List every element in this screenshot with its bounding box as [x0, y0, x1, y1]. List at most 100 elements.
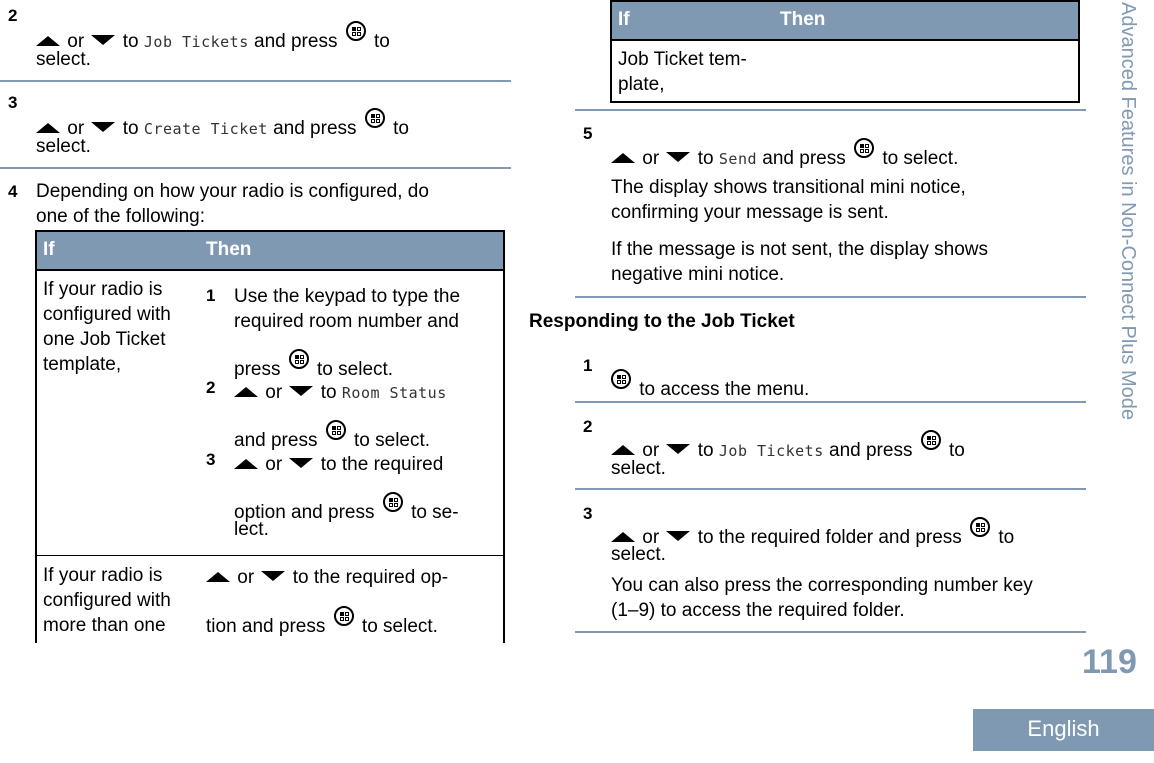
text: If your radio is [43, 279, 163, 300]
if-then-table-continued: If Then Job Ticket tem- plate, [610, 0, 1080, 103]
table-header: If Then [612, 2, 1078, 41]
if-cell: If your radio is configured with more th… [43, 563, 171, 638]
chapter-title: Advanced Features in Non-Connect Plus Mo… [1117, 2, 1139, 421]
page-number: 119 [1082, 643, 1137, 681]
text: to [320, 382, 337, 403]
text: one of the following: [36, 206, 206, 227]
text: to the required op- [292, 567, 449, 588]
down-arrow-icon [91, 122, 116, 132]
text: configured with [43, 304, 171, 325]
header-if: If [43, 239, 55, 260]
table-header: If Then [37, 232, 503, 271]
text: or [265, 454, 283, 475]
up-arrow-icon [36, 36, 60, 46]
menu-button-icon [382, 492, 403, 512]
down-arrow-icon [666, 444, 691, 454]
step-number: 3 [8, 93, 18, 112]
text: to [697, 440, 714, 461]
text: The display shows transitional mini noti… [611, 177, 966, 198]
menu-button-icon [345, 21, 366, 41]
text: confirming your message is sent. [611, 202, 889, 223]
text: select. [611, 544, 666, 565]
substep-number: 3 [206, 450, 216, 469]
divider [575, 488, 1086, 490]
text: or [237, 567, 255, 588]
menu-item-name: Job Tickets [143, 33, 249, 51]
substep-number: 1 [206, 286, 216, 305]
text: or [642, 148, 660, 169]
menu-button-icon [364, 108, 385, 128]
menu-item-name: Job Tickets [718, 442, 824, 460]
menu-button-icon [288, 349, 309, 369]
menu-button-icon [920, 430, 941, 450]
text: You can also press the corresponding num… [611, 575, 1033, 596]
up-arrow-icon [611, 153, 635, 163]
text: Job Ticket tem- [618, 49, 747, 70]
text: Depending on how your radio is configure… [36, 181, 429, 202]
divider [575, 631, 1086, 633]
step-number: 2 [8, 6, 18, 25]
menu-button-icon [325, 420, 346, 440]
menu-button-icon [333, 606, 354, 626]
menu-item-name: Room Status [341, 384, 447, 402]
text: to select. [317, 359, 394, 380]
up-arrow-icon [36, 123, 60, 133]
menu-button-icon [611, 369, 631, 389]
text: and press [254, 31, 338, 52]
step-number: 2 [583, 417, 593, 436]
header-then: Then [780, 9, 826, 30]
menu-item-name: Send [718, 150, 758, 168]
text: to [949, 440, 965, 461]
divider [575, 401, 1086, 403]
if-cell: Job Ticket tem- plate, [618, 47, 747, 97]
text: plate, [618, 74, 665, 95]
row-divider [37, 555, 503, 556]
down-arrow-icon [91, 35, 116, 45]
down-arrow-icon [261, 571, 286, 581]
text: lect. [234, 519, 269, 540]
text: and press [273, 118, 357, 139]
text: to [697, 148, 714, 169]
text: (1–9) to access the required folder. [611, 600, 905, 621]
text: to [374, 31, 390, 52]
up-arrow-icon [234, 387, 258, 397]
text: to [998, 527, 1015, 548]
menu-item-name: Create Ticket [143, 120, 268, 138]
divider [575, 109, 1086, 111]
text: to [122, 118, 139, 139]
up-arrow-icon [611, 532, 635, 542]
up-arrow-icon [234, 459, 258, 469]
up-arrow-icon [206, 572, 230, 582]
text: to [393, 118, 409, 139]
text: and press [234, 430, 318, 451]
divider [0, 167, 511, 169]
text: press [234, 359, 281, 380]
if-cell: If your radio is configured with one Job… [43, 277, 171, 377]
divider [575, 296, 1086, 298]
down-arrow-icon [666, 152, 691, 162]
text: template, [43, 354, 122, 375]
down-arrow-icon [666, 531, 691, 541]
section-heading: Responding to the Job Ticket [529, 311, 795, 332]
text: to select. [361, 616, 438, 637]
language-tab: English [973, 709, 1154, 751]
page-clip [0, 643, 560, 763]
step-number: 4 [8, 182, 18, 201]
down-arrow-icon [289, 458, 314, 468]
header-then: Then [206, 239, 252, 260]
text: one Job Ticket [43, 329, 166, 350]
step-number: 5 [583, 124, 593, 143]
text: negative mini notice. [611, 264, 785, 285]
header-if: If [618, 9, 630, 30]
text: to the required folder and press [697, 527, 962, 548]
substep-number: 2 [206, 378, 216, 397]
text: to se- [411, 502, 459, 523]
step-number: 3 [583, 504, 593, 523]
text: select. [611, 458, 666, 479]
divider [0, 80, 511, 82]
text: If the message is not sent, the display … [611, 239, 989, 260]
down-arrow-icon [289, 386, 314, 396]
text: tion and press [206, 616, 326, 637]
text: configured with [43, 590, 171, 611]
text: to select. [882, 148, 959, 169]
